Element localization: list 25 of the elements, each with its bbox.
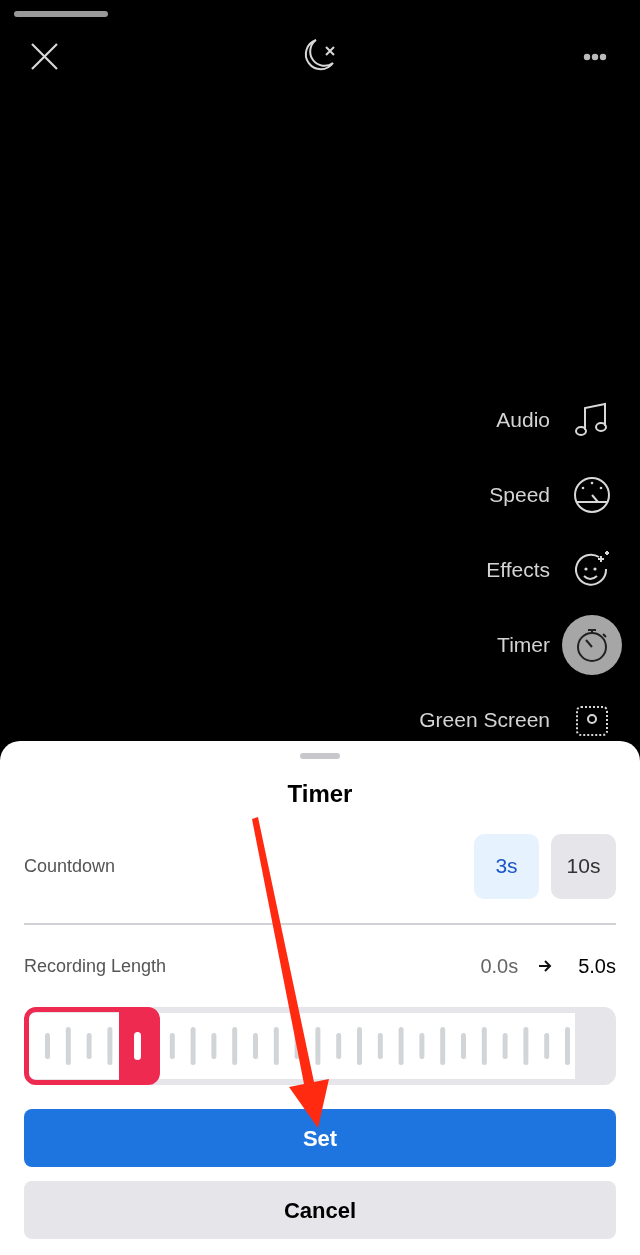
sheet-title: Timer bbox=[286, 779, 354, 809]
recording-length-label: Recording Length bbox=[24, 954, 167, 978]
countdown-option[interactable]: 10s bbox=[551, 833, 616, 899]
menu-label: Speed bbox=[489, 482, 550, 509]
sheet-handle[interactable] bbox=[300, 753, 340, 759]
music-note-icon bbox=[575, 402, 609, 438]
speedometer-icon bbox=[573, 476, 611, 514]
more-icon[interactable] bbox=[583, 53, 607, 61]
dotted-frame-icon bbox=[575, 703, 609, 737]
set-button[interactable]: Set bbox=[24, 1109, 616, 1167]
start-time: 0.0s bbox=[480, 954, 519, 979]
arrow-icon bbox=[538, 960, 553, 972]
close-icon[interactable] bbox=[31, 43, 58, 70]
countdown-label: Countdown bbox=[24, 854, 116, 878]
menu-label: Green Screen bbox=[419, 707, 550, 734]
menu-label: Audio bbox=[496, 407, 550, 434]
countdown-option[interactable]: 3s bbox=[474, 833, 539, 899]
trim-selection[interactable] bbox=[24, 1007, 161, 1085]
end-time: 5.0s bbox=[578, 954, 616, 979]
smiley-sparkle-icon bbox=[573, 551, 611, 589]
menu-button[interactable] bbox=[562, 615, 622, 675]
cancel-button[interactable]: Cancel bbox=[24, 1181, 616, 1239]
menu-label: Timer bbox=[497, 632, 550, 659]
menu-label: Effects bbox=[486, 557, 550, 584]
stopwatch-icon bbox=[575, 627, 609, 663]
